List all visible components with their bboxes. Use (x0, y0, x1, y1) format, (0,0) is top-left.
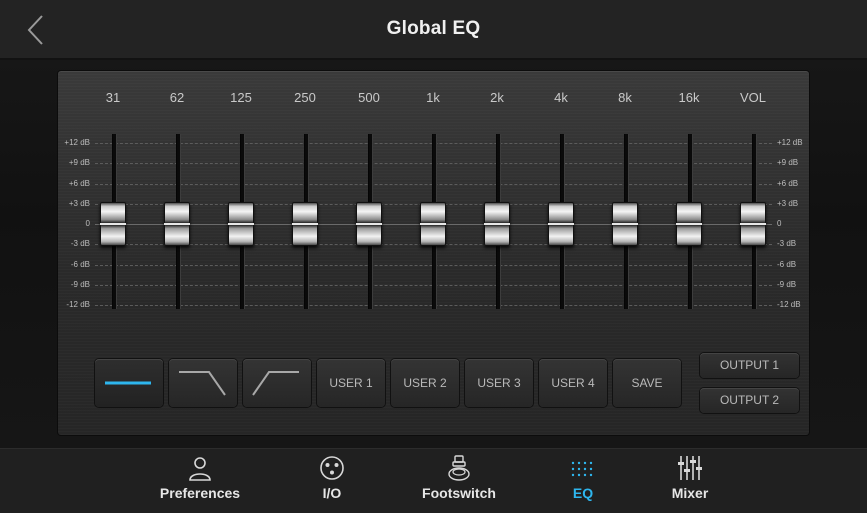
preset-flat-button[interactable] (95, 359, 163, 407)
band-label: VOL (739, 90, 766, 105)
db-label: +9 dB (777, 158, 799, 167)
footswitch-icon (448, 455, 470, 481)
preset-low-pass-button[interactable] (169, 359, 237, 407)
band-label: 62 (169, 90, 185, 105)
db-label: +9 dB (68, 158, 90, 167)
band-label: 2k (490, 90, 504, 105)
output1-button[interactable]: OUTPUT 1 (700, 353, 799, 378)
db-label: -12 dB (66, 300, 90, 309)
eq-fader-125[interactable] (228, 202, 254, 246)
db-label: -6 dB (777, 260, 797, 269)
eq-fader-62[interactable] (164, 202, 190, 246)
db-label: -9 dB (777, 280, 797, 289)
page-title: Global EQ (386, 18, 481, 39)
flat-curve-icon (105, 381, 151, 385)
eq-fader-8k[interactable] (612, 202, 638, 246)
db-label: -3 dB (70, 239, 90, 248)
nav-item-footswitch[interactable]: Footswitch (410, 449, 508, 513)
db-label: 0 (85, 219, 90, 228)
db-label: -12 dB (777, 300, 801, 309)
eq-fader-1k[interactable] (420, 202, 446, 246)
band-label: 16k (678, 90, 700, 105)
db-label: +6 dB (777, 179, 799, 188)
nav-item-eq[interactable]: EQ (553, 449, 613, 513)
preset-user2-button[interactable]: USER 2 (391, 359, 459, 407)
band-label: 1k (426, 90, 440, 105)
output2-button[interactable]: OUTPUT 2 (700, 388, 799, 413)
band-label: 4k (554, 90, 568, 105)
eq-fader-4k[interactable] (548, 202, 574, 246)
nav-label-footswitch: Footswitch (422, 485, 496, 501)
db-label: +12 dB (64, 138, 90, 147)
nav-label-eq: EQ (572, 485, 594, 501)
db-label: -9 dB (70, 280, 90, 289)
band-label: 125 (230, 90, 252, 105)
eq-fader-2k[interactable] (484, 202, 510, 246)
db-label: -6 dB (70, 260, 90, 269)
band-label: 500 (358, 90, 380, 105)
preset-high-pass-button[interactable] (243, 359, 311, 407)
high-pass-curve-icon (252, 371, 299, 396)
band-label: 31 (105, 90, 121, 105)
preset-user1-button[interactable]: USER 1 (317, 359, 385, 407)
band-label: 250 (294, 90, 316, 105)
db-label: +12 dB (777, 138, 803, 147)
nav-item-mixer[interactable]: Mixer (655, 449, 725, 513)
low-pass-curve-icon (179, 371, 226, 396)
nav-item-preferences[interactable]: Preferences (150, 449, 250, 513)
nav-label-mixer: Mixer (671, 485, 709, 501)
bottom-nav: Preferences I/O Footswitch EQ Mixer (0, 448, 867, 513)
db-label: +6 dB (68, 179, 90, 188)
eq-fader-500[interactable] (356, 202, 382, 246)
nav-label-preferences: Preferences (159, 485, 241, 501)
db-label: -3 dB (777, 239, 797, 248)
preset-user4-button[interactable]: USER 4 (539, 359, 607, 407)
nav-item-io[interactable]: I/O (292, 449, 372, 513)
nav-label-io: I/O (322, 485, 342, 501)
volume-fader[interactable] (740, 202, 766, 246)
mixer-sliders-icon (678, 456, 702, 480)
eq-fader-16k[interactable] (676, 202, 702, 246)
save-button[interactable]: SAVE (613, 359, 681, 407)
eq-fader-250[interactable] (292, 202, 318, 246)
eq-dots-icon (571, 461, 593, 477)
header-bar: Global EQ (0, 0, 867, 60)
db-label: 0 (777, 219, 782, 228)
band-label: 8k (618, 90, 632, 105)
xlr-connector-icon (320, 456, 344, 480)
person-icon (189, 457, 211, 481)
preset-user3-button[interactable]: USER 3 (465, 359, 533, 407)
db-label: +3 dB (777, 199, 799, 208)
eq-fader-31[interactable] (100, 202, 126, 246)
db-label: +3 dB (68, 199, 90, 208)
